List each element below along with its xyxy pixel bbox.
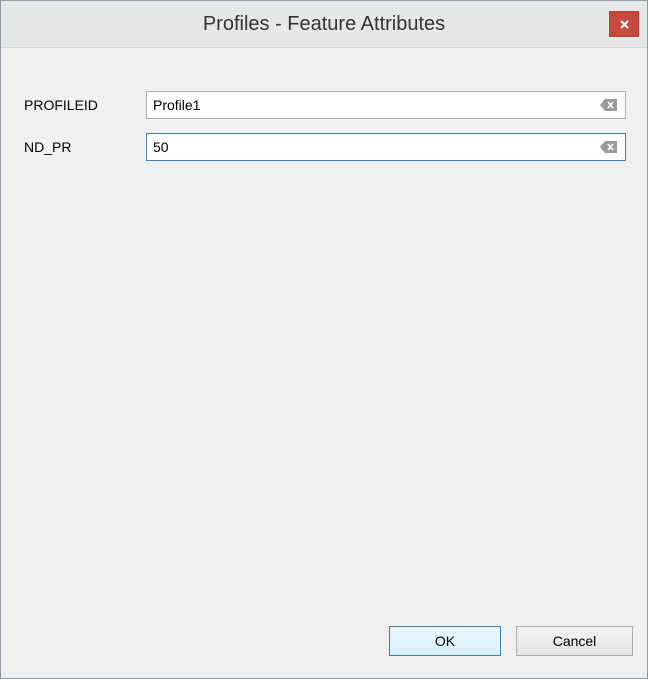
window-title: Profiles - Feature Attributes xyxy=(202,13,446,35)
clear-text-icon[interactable] xyxy=(600,141,617,153)
attribute-row-profileid: PROFILEID xyxy=(13,91,635,121)
nd-pr-input[interactable] xyxy=(147,134,593,160)
clear-text-icon[interactable] xyxy=(600,99,617,111)
attributes-form: PROFILEID ND_PR OK Cancel xyxy=(13,48,635,678)
dialog-window: Profiles - Feature Attributes PROFILEID … xyxy=(0,0,648,679)
cancel-button[interactable]: Cancel xyxy=(516,626,633,656)
nd-pr-field[interactable] xyxy=(146,133,626,161)
profileid-field[interactable] xyxy=(146,91,626,119)
title-bar[interactable]: Profiles - Feature Attributes xyxy=(1,1,647,48)
ok-button[interactable]: OK xyxy=(389,626,501,656)
close-button[interactable] xyxy=(609,11,639,37)
nd-pr-label: ND_PR xyxy=(24,139,72,155)
close-icon xyxy=(620,20,629,29)
profileid-label: PROFILEID xyxy=(24,97,98,113)
profileid-input[interactable] xyxy=(147,92,593,118)
attribute-row-nd-pr: ND_PR xyxy=(13,133,635,163)
